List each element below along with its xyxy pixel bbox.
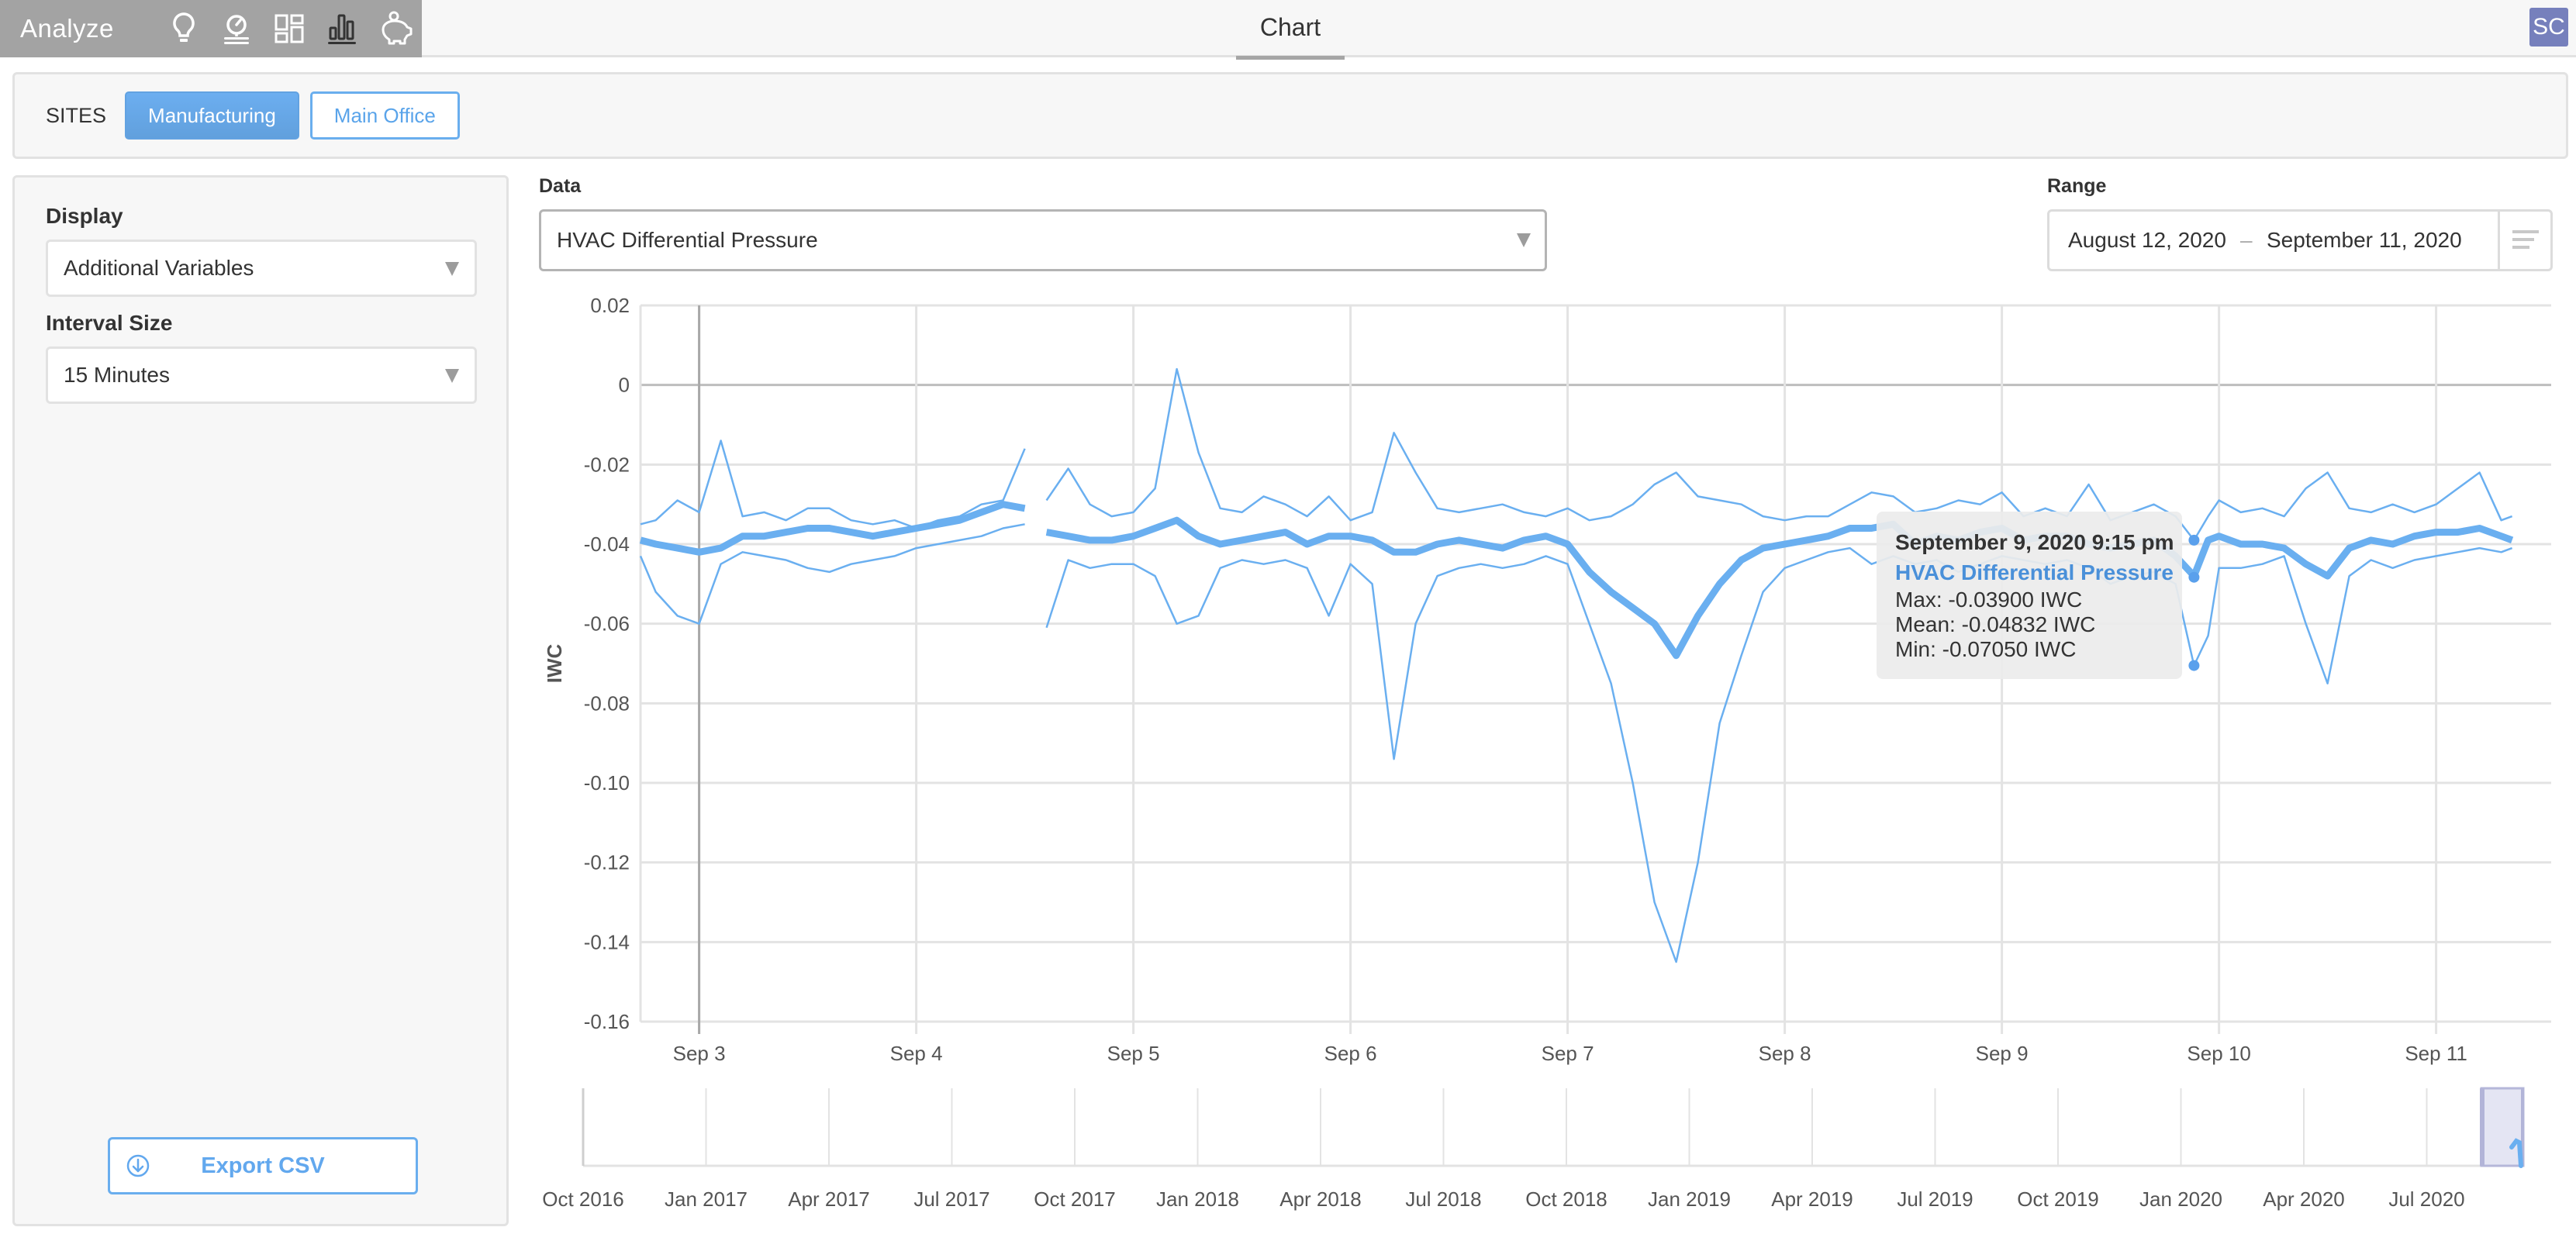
sites-panel: SITES Manufacturing Main Office [12, 72, 2568, 159]
y-tick-label: -0.02 [584, 453, 630, 476]
tooltip-series-name: HVAC Differential Pressure [1895, 560, 2174, 584]
interval-size-select[interactable]: 15 Minutes [46, 346, 477, 404]
hover-point-mean [2188, 571, 2200, 583]
range-presets-button[interactable] [2498, 212, 2550, 269]
navigator-tick-label: Oct 2018 [1525, 1187, 1607, 1211]
site-button-manufacturing[interactable]: Manufacturing [125, 91, 299, 140]
navigator-tick-label: Apr 2020 [2263, 1187, 2345, 1211]
x-tick-label: Sep 8 [1759, 1042, 1811, 1065]
navigator-tick-label: Jul 2018 [1405, 1187, 1481, 1211]
navigator-tick-label: Jul 2019 [1897, 1187, 1973, 1211]
tooltip-mean: Mean: -0.04832 IWC [1895, 612, 2096, 636]
display-select[interactable]: Additional Variables [46, 240, 477, 297]
y-axis-label: IWC [543, 644, 566, 684]
y-tick-label: -0.14 [584, 930, 630, 953]
x-tick-label: Sep 6 [1324, 1042, 1377, 1065]
navigator-tick-label: Oct 2019 [2017, 1187, 2099, 1211]
tab-chart-label: Chart [1259, 13, 1321, 41]
y-tick-label: 0 [619, 374, 630, 397]
navigator: Oct 2016 Jan 2017 Apr 2017 Jul 2017 Oct 2017… [542, 1087, 2525, 1211]
range-end-date[interactable]: September 11, 2020 [2267, 212, 2462, 269]
navigator-tick-label: Jan 2019 [1648, 1187, 1731, 1211]
display-select-value: Additional Variables [64, 256, 254, 280]
range-start-date[interactable]: August 12, 2020 [2068, 212, 2226, 269]
tooltip-min: Min: -0.07050 IWC [1895, 637, 2077, 661]
data-select-value: HVAC Differential Pressure [557, 228, 818, 252]
navigator-tick-label: Apr 2017 [788, 1187, 870, 1211]
navigator-tick-label: Oct 2017 [1034, 1187, 1116, 1211]
x-tick-label: Sep 5 [1107, 1042, 1160, 1065]
x-tick-label: Sep 3 [673, 1042, 726, 1065]
y-tick-label: -0.06 [584, 612, 630, 636]
pressure-chart[interactable]: 0.02 0 -0.02 -0.04 -0.06 -0.08 -0.10 -0.12 -0.14… [527, 287, 2576, 1234]
series-line-mean [639, 501, 2514, 660]
x-tick-label: Sep 9 [1976, 1042, 2029, 1065]
data-label: Data [539, 175, 582, 197]
date-range-picker[interactable]: August 12, 2020 – September 11, 2020 [2047, 209, 2553, 271]
app-title: Analyze [20, 14, 114, 43]
y-tick-label: -0.12 [584, 851, 630, 874]
navigator-selection-window[interactable] [2480, 1087, 2525, 1167]
series-line-max [640, 367, 2513, 542]
navigator-tick-label: Oct 2016 [542, 1187, 624, 1211]
bar-chart-icon[interactable] [321, 8, 363, 50]
site-button-main-office[interactable]: Main Office [309, 91, 460, 140]
tab-chart[interactable]: Chart [1236, 0, 1345, 60]
export-csv-button[interactable]: Export CSV [108, 1137, 418, 1194]
lightbulb-icon[interactable] [163, 8, 205, 50]
data-select[interactable]: HVAC Differential Pressure [539, 209, 1547, 271]
hover-point-min [2188, 660, 2200, 671]
active-tab-indicator [1236, 56, 1345, 60]
tooltip-date: September 9, 2020 9:15 pm [1895, 530, 2174, 554]
hover-point-max [2188, 534, 2200, 546]
sites-label: SITES [46, 103, 107, 127]
range-separator: – [2240, 228, 2253, 252]
navigator-tick-label: Jan 2020 [2139, 1187, 2222, 1211]
interval-size-value: 15 Minutes [64, 363, 170, 387]
range-label: Range [2047, 175, 2107, 197]
piggy-bank-icon[interactable] [374, 8, 416, 50]
navigator-tick-label: Jul 2017 [913, 1187, 989, 1211]
avatar[interactable]: SC [2529, 8, 2568, 47]
navigator-tick-label: Apr 2019 [1771, 1187, 1853, 1211]
navigator-tick-label: Jan 2017 [665, 1187, 748, 1211]
x-tick-label: Sep 7 [1542, 1042, 1594, 1065]
chart-tooltip: September 9, 2020 9:15 pm HVAC Different… [1877, 512, 2182, 679]
navigator-tick-label: Apr 2018 [1279, 1187, 1362, 1211]
y-tick-label: -0.04 [584, 533, 630, 556]
y-axis-ticks: 0.02 0 -0.02 -0.04 -0.06 -0.08 -0.10 -0.12 -0.14… [584, 294, 630, 1033]
y-tick-label: -0.16 [584, 1010, 630, 1033]
x-axis-ticks: Sep 3 Sep 4 Sep 5 Sep 6 Sep 7 Sep 8 Sep 9 Sep 1… [673, 1042, 2467, 1065]
navigator-left-handle[interactable] [2480, 1088, 2484, 1166]
chart-series [639, 367, 2514, 963]
sidebar: Display Additional Variables Interval Si… [12, 175, 509, 1226]
x-tick-label: Sep 10 [2187, 1042, 2250, 1065]
app-nav: Analyze [0, 0, 422, 57]
export-csv-label: Export CSV [201, 1153, 325, 1178]
x-tick-label: Sep 11 [2405, 1042, 2467, 1065]
y-tick-label: 0.02 [590, 294, 630, 317]
chart-grid [639, 304, 2551, 1034]
series-line-min [639, 523, 2513, 963]
display-label: Display [46, 204, 123, 228]
dashboard-grid-icon[interactable] [268, 8, 310, 50]
menu-lines-icon [2512, 230, 2539, 249]
top-bar: Analyze Chart SC [0, 0, 2576, 60]
y-tick-label: -0.10 [584, 771, 630, 795]
y-tick-label: -0.08 [584, 691, 630, 715]
gauge-icon[interactable] [216, 8, 257, 50]
chevron-down-icon [1517, 233, 1531, 247]
x-tick-label: Sep 4 [890, 1042, 943, 1065]
chevron-down-icon [445, 262, 459, 276]
navigator-tick-label: Jul 2020 [2388, 1187, 2464, 1211]
interval-size-label: Interval Size [46, 311, 173, 335]
chevron-down-icon [445, 369, 459, 383]
navigator-tick-label: Jan 2018 [1156, 1187, 1239, 1211]
tooltip-max: Max: -0.03900 IWC [1895, 588, 2083, 612]
